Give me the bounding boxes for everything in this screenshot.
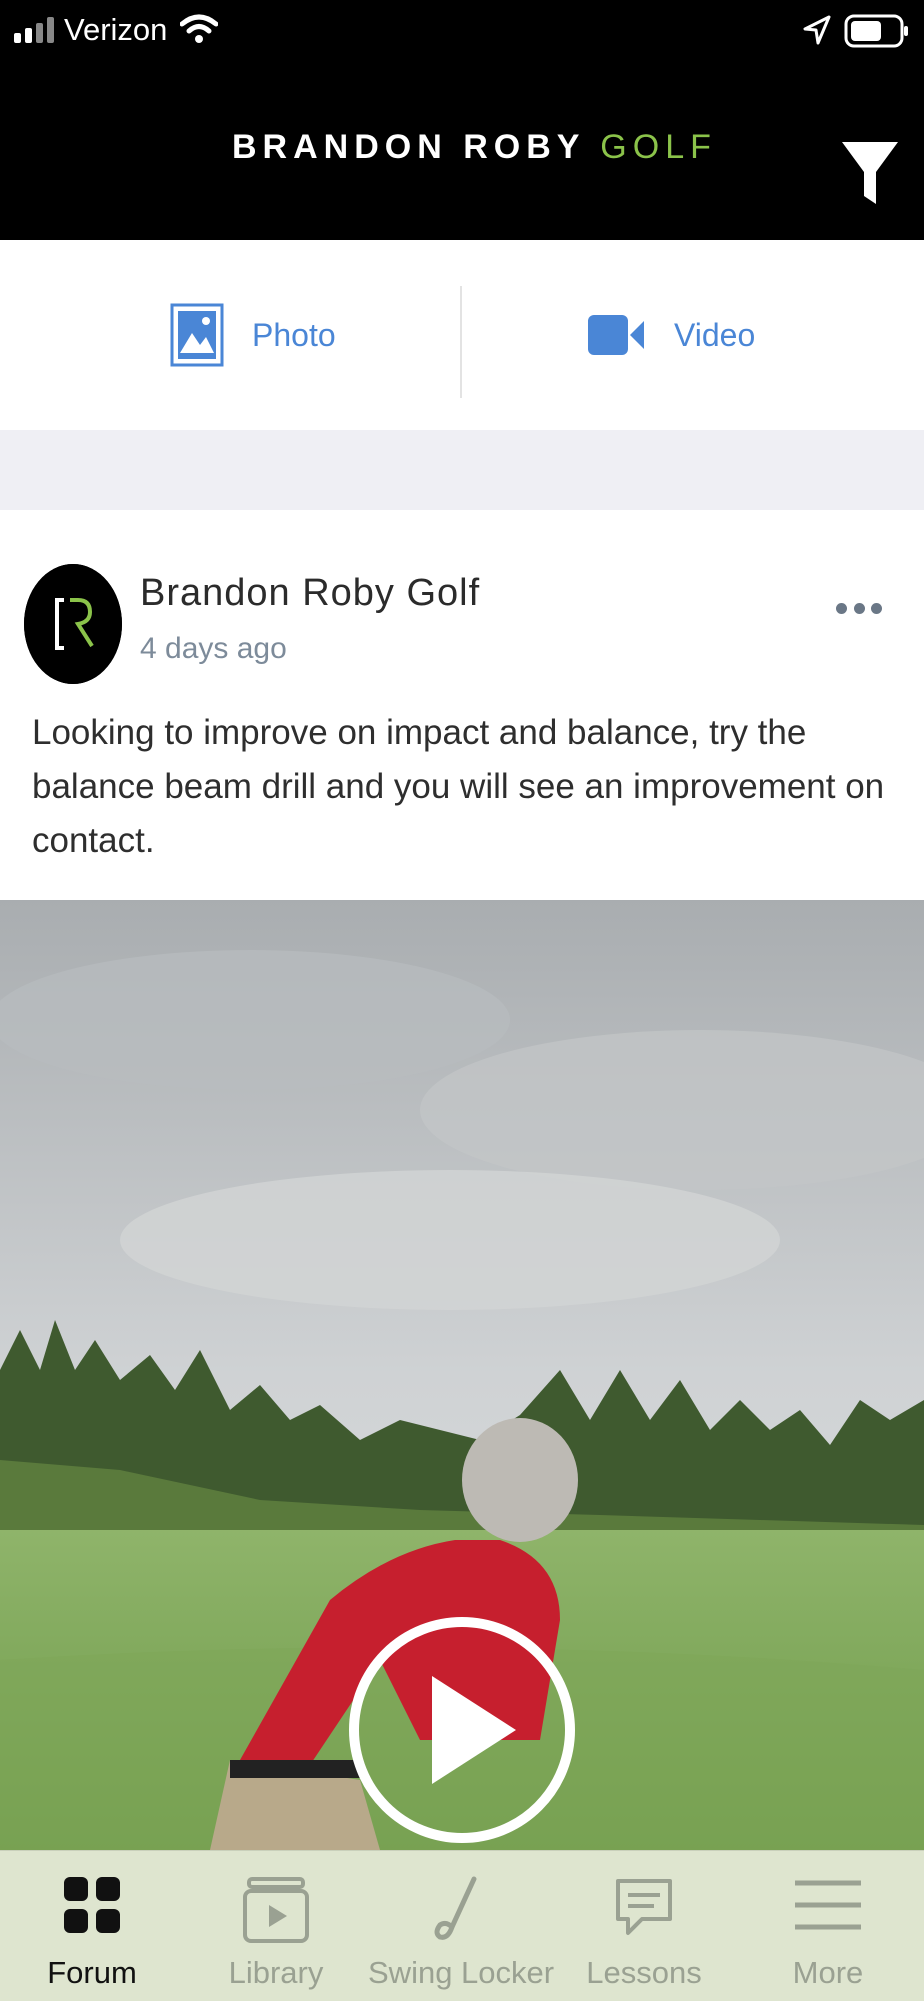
golf-club-icon — [434, 1876, 477, 1940]
video-camera-icon — [588, 315, 644, 355]
post-author[interactable]: Brandon Roby Golf — [140, 572, 480, 615]
menu-icon — [795, 1880, 861, 1930]
video-button[interactable]: Video — [588, 240, 755, 430]
video-label: Video — [674, 316, 756, 353]
tab-swing-locker[interactable]: Swing Locker — [368, 1851, 555, 2001]
tab-library[interactable]: Library — [184, 1851, 368, 2001]
tab-library-label: Library — [228, 1955, 324, 1990]
bottom-tab-bar: Forum Library Swing Locker Lessons More — [0, 1850, 924, 2001]
tab-swing-locker-label: Swing Locker — [368, 1955, 555, 1990]
post-text: Looking to improve on impact and balance… — [32, 713, 885, 860]
tab-lessons[interactable]: Lessons — [552, 1851, 736, 2001]
post-timestamp: 4 days ago — [140, 632, 287, 665]
more-options-icon[interactable] — [836, 598, 882, 618]
post-composer: Photo Video — [0, 240, 924, 430]
brand-logo-icon — [24, 564, 122, 684]
wifi-icon — [180, 14, 218, 43]
photo-button[interactable]: Photo — [170, 240, 336, 430]
brand-title: BRANDON ROBY GOLF — [232, 128, 717, 166]
battery-icon — [844, 14, 908, 48]
library-icon — [243, 1877, 309, 1943]
tab-forum-label: Forum — [47, 1955, 137, 1990]
avatar[interactable] — [24, 564, 122, 684]
status-bar: Verizon — [0, 0, 924, 62]
signal-icon — [14, 17, 60, 43]
grid-icon — [64, 1877, 120, 1933]
tab-forum[interactable]: Forum — [0, 1851, 184, 2001]
location-arrow-icon — [803, 15, 831, 45]
app-header: BRANDON ROBY GOLF — [0, 62, 924, 240]
tab-more-label: More — [792, 1955, 864, 1990]
tab-more[interactable]: More — [736, 1851, 920, 2001]
tab-lessons-label: Lessons — [586, 1955, 702, 1990]
carrier-name: Verizon — [64, 12, 168, 47]
play-button-icon[interactable] — [344, 1612, 584, 1852]
filter-icon[interactable] — [840, 138, 900, 208]
photo-label: Photo — [252, 316, 336, 353]
photo-icon — [170, 303, 224, 367]
divider — [460, 286, 462, 398]
chat-icon — [616, 1879, 672, 1935]
